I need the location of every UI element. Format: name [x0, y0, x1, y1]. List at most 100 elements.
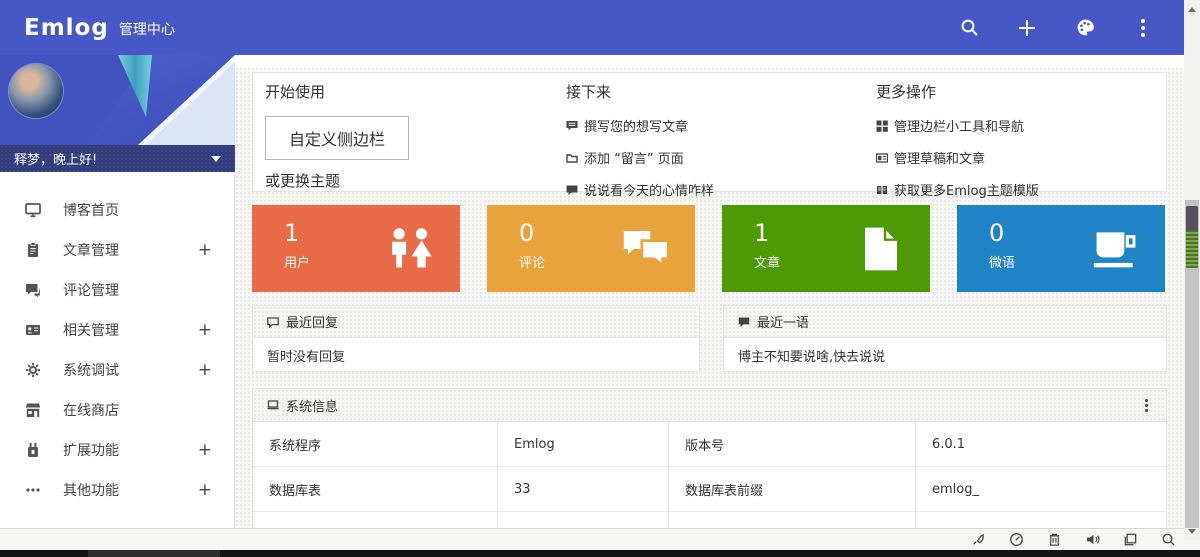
- next-steps-column: 接下来 撰写您的想写文章 添加 “留言” 页面: [566, 81, 714, 212]
- recent-replies-body: 暂时没有回复: [253, 338, 699, 372]
- sidebar: 释梦，晚上好! 博客首页 文章管理 +: [0, 55, 235, 528]
- sidebar-item-label: 文章管理: [63, 240, 119, 260]
- recent-replies-panel: 最近回复 暂时没有回复: [252, 305, 700, 372]
- panel-title: 最近一语: [757, 312, 809, 331]
- sidebar-item-comments[interactable]: 评论管理: [0, 270, 234, 310]
- sidebar-header-art: [0, 55, 235, 145]
- table-cell: 版本号: [669, 422, 916, 467]
- page-search-icon[interactable]: [1160, 532, 1176, 548]
- stat-card-articles[interactable]: 1 文章: [722, 205, 930, 292]
- users-icon: [386, 226, 436, 272]
- trash-icon[interactable]: [1046, 532, 1062, 548]
- content-top-strip: [235, 55, 1184, 68]
- sidebar-item-articles[interactable]: 文章管理 +: [0, 230, 234, 270]
- bottom-dark-strip: [0, 550, 1200, 557]
- sidebar-item-other[interactable]: 其他功能 +: [0, 470, 234, 510]
- idcard-icon: [25, 322, 41, 338]
- sidebar-item-label: 相关管理: [63, 320, 119, 340]
- speaker-icon[interactable]: [1084, 532, 1100, 548]
- stat-value: 1: [284, 219, 299, 247]
- sidebar-item-label: 扩展功能: [63, 440, 119, 460]
- stat-label: 微语: [989, 252, 1015, 271]
- change-theme-link[interactable]: 或更换主题: [265, 170, 409, 191]
- search-icon[interactable]: [958, 17, 980, 39]
- write-article-link[interactable]: 撰写您的想写文章: [566, 116, 714, 135]
- sidebar-item-related[interactable]: 相关管理 +: [0, 310, 234, 350]
- laptop-icon: [267, 399, 279, 411]
- getting-started-title: 开始使用: [265, 81, 409, 102]
- palette-icon[interactable]: [1074, 17, 1096, 39]
- scroll-down-icon[interactable]: [1184, 524, 1200, 538]
- article-icon: [856, 226, 906, 272]
- rocket-icon[interactable]: [970, 532, 986, 548]
- expand-plus[interactable]: +: [198, 480, 212, 500]
- expand-plus[interactable]: +: [198, 320, 212, 340]
- stat-value: 1: [754, 219, 769, 247]
- expand-plus[interactable]: +: [198, 440, 212, 460]
- table-cell: emlog_: [916, 467, 1166, 512]
- topbar: Emlog 管理中心: [0, 0, 1200, 55]
- link-label: 管理草稿和文章: [894, 148, 985, 167]
- stat-card-comments[interactable]: 0 评论: [487, 205, 695, 292]
- main-content: 开始使用 自定义侧边栏 或更换主题 接下来 撰写您的想写文章 添加 “留言” 页…: [235, 55, 1184, 528]
- emlog-logo[interactable]: Emlog: [24, 15, 109, 41]
- stat-card-users[interactable]: 1 用户: [252, 205, 460, 292]
- next-steps-title: 接下来: [566, 81, 714, 102]
- stat-label: 文章: [754, 252, 780, 271]
- stat-card-microblog[interactable]: 0 微语: [957, 205, 1165, 292]
- scrollbar[interactable]: [1184, 0, 1200, 540]
- sidebar-item-extensions[interactable]: 扩展功能 +: [0, 430, 234, 470]
- panel-title: 系统信息: [286, 396, 338, 415]
- speedometer-icon[interactable]: [1008, 532, 1024, 548]
- panel-title: 最近回复: [286, 312, 338, 331]
- sidebar-item-label: 博客首页: [63, 200, 119, 220]
- expand-plus[interactable]: +: [198, 240, 212, 260]
- greeting-bar[interactable]: 释梦，晚上好!: [0, 145, 235, 172]
- user-avatar[interactable]: [9, 64, 63, 118]
- grid-icon: [876, 120, 888, 132]
- system-info-header: 系统信息: [253, 389, 1166, 422]
- stat-label: 评论: [519, 252, 545, 271]
- manage-drafts-link[interactable]: 管理草稿和文章: [876, 148, 1039, 167]
- table-cell: 数据库表: [253, 467, 498, 512]
- recent-words-header: 最近一语: [724, 306, 1166, 338]
- scroll-up-icon[interactable]: [1184, 2, 1200, 16]
- table-cell: 系统程序: [253, 422, 498, 467]
- add-page-link[interactable]: 添加 “留言” 页面: [566, 148, 714, 167]
- link-label: 添加 “留言” 页面: [584, 148, 684, 167]
- pencil-comment-icon: [566, 120, 578, 132]
- expand-plus[interactable]: +: [198, 360, 212, 380]
- get-themes-link[interactable]: 获取更多Emlog主题模版: [876, 180, 1039, 199]
- system-info-table: 系统程序 Emlog 版本号 6.0.1 数据库表 33 数据库表前缀 emlo…: [253, 422, 1166, 528]
- sidebar-item-label: 评论管理: [63, 280, 119, 300]
- stat-label: 用户: [284, 252, 310, 271]
- post-mood-link[interactable]: 说说看今天的心情咋样: [566, 180, 714, 199]
- admin-center-title: 管理中心: [119, 19, 175, 39]
- link-label: 获取更多Emlog主题模版: [894, 180, 1039, 199]
- add-icon[interactable]: [1016, 17, 1038, 39]
- stat-value: 0: [519, 219, 534, 247]
- getting-started-column: 开始使用 自定义侧边栏 或更换主题: [265, 81, 409, 191]
- menu-icon[interactable]: [1132, 17, 1154, 39]
- comments-icon: [25, 282, 41, 298]
- table-cell: Windows NT: [498, 512, 669, 528]
- panel-menu-icon[interactable]: [1141, 395, 1152, 416]
- page: Emlog 管理中心: [0, 0, 1200, 557]
- manage-widgets-link[interactable]: 管理边栏小工具和导航: [876, 116, 1039, 135]
- windows-icon[interactable]: [1122, 532, 1138, 548]
- chevron-down-icon: [211, 156, 221, 162]
- link-label: 管理边栏小工具和导航: [894, 116, 1024, 135]
- scrollbar-thumb[interactable]: [1186, 206, 1198, 268]
- sidebar-item-debug[interactable]: 系统调试 +: [0, 350, 234, 390]
- sidebar-item-home[interactable]: 博客首页: [0, 190, 234, 230]
- folder-icon: [566, 152, 578, 164]
- link-label: 撰写您的想写文章: [584, 116, 688, 135]
- link-label: 说说看今天的心情咋样: [584, 180, 714, 199]
- sidebar-item-store[interactable]: 在线商店: [0, 390, 234, 430]
- customize-sidebar-button[interactable]: 自定义侧边栏: [265, 116, 409, 160]
- speech-icon: [738, 316, 750, 328]
- stat-value: 0: [989, 219, 1004, 247]
- sidebar-menu: 博客首页 文章管理 + 评论管理 相关管理: [0, 172, 234, 510]
- browser-status-bar: [0, 528, 1200, 550]
- more-actions-title: 更多操作: [876, 81, 1039, 102]
